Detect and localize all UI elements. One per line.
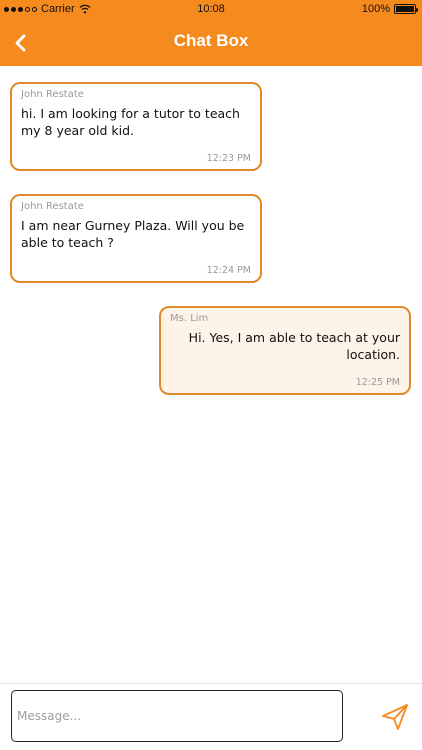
message-sender: Ms. Lim <box>170 313 209 324</box>
message-timestamp: 12:25 PM <box>355 377 400 388</box>
message-input[interactable] <box>11 690 343 742</box>
status-right: 100% <box>361 3 418 15</box>
send-icon <box>382 704 408 730</box>
message-bubble-incoming: John Restate hi. I am looking for a tuto… <box>10 82 262 171</box>
message-bubble-incoming: John Restate I am near Gurney Plaza. Wil… <box>10 194 262 283</box>
message-timestamp: 12:24 PM <box>206 265 251 276</box>
page-title: Chat Box <box>173 31 249 50</box>
battery-fill <box>396 6 414 12</box>
message-bubble-outgoing: Ms. Lim Hi. Yes, I am able to teach at y… <box>159 306 411 395</box>
message-text: Hi. Yes, I am able to teach at your loca… <box>188 330 400 362</box>
send-button[interactable] <box>378 700 412 734</box>
status-bar: Carrier 10:08 100% <box>0 0 422 20</box>
message-timestamp: 12:23 PM <box>206 153 251 164</box>
message-text: hi. I am looking for a tutor to teach my… <box>21 106 240 138</box>
battery-icon <box>394 4 418 14</box>
status-time: 10:08 <box>197 3 225 15</box>
app-header: Chat Box <box>0 20 422 66</box>
chat-screen: Carrier 10:08 100% Chat Box John Restate… <box>0 0 422 750</box>
message-composer <box>0 683 422 750</box>
message-sender: John Restate <box>21 89 84 100</box>
battery-percent: 100% <box>361 3 390 15</box>
message-text: I am near Gurney Plaza. Will you be able… <box>21 218 245 250</box>
message-sender: John Restate <box>21 201 84 212</box>
